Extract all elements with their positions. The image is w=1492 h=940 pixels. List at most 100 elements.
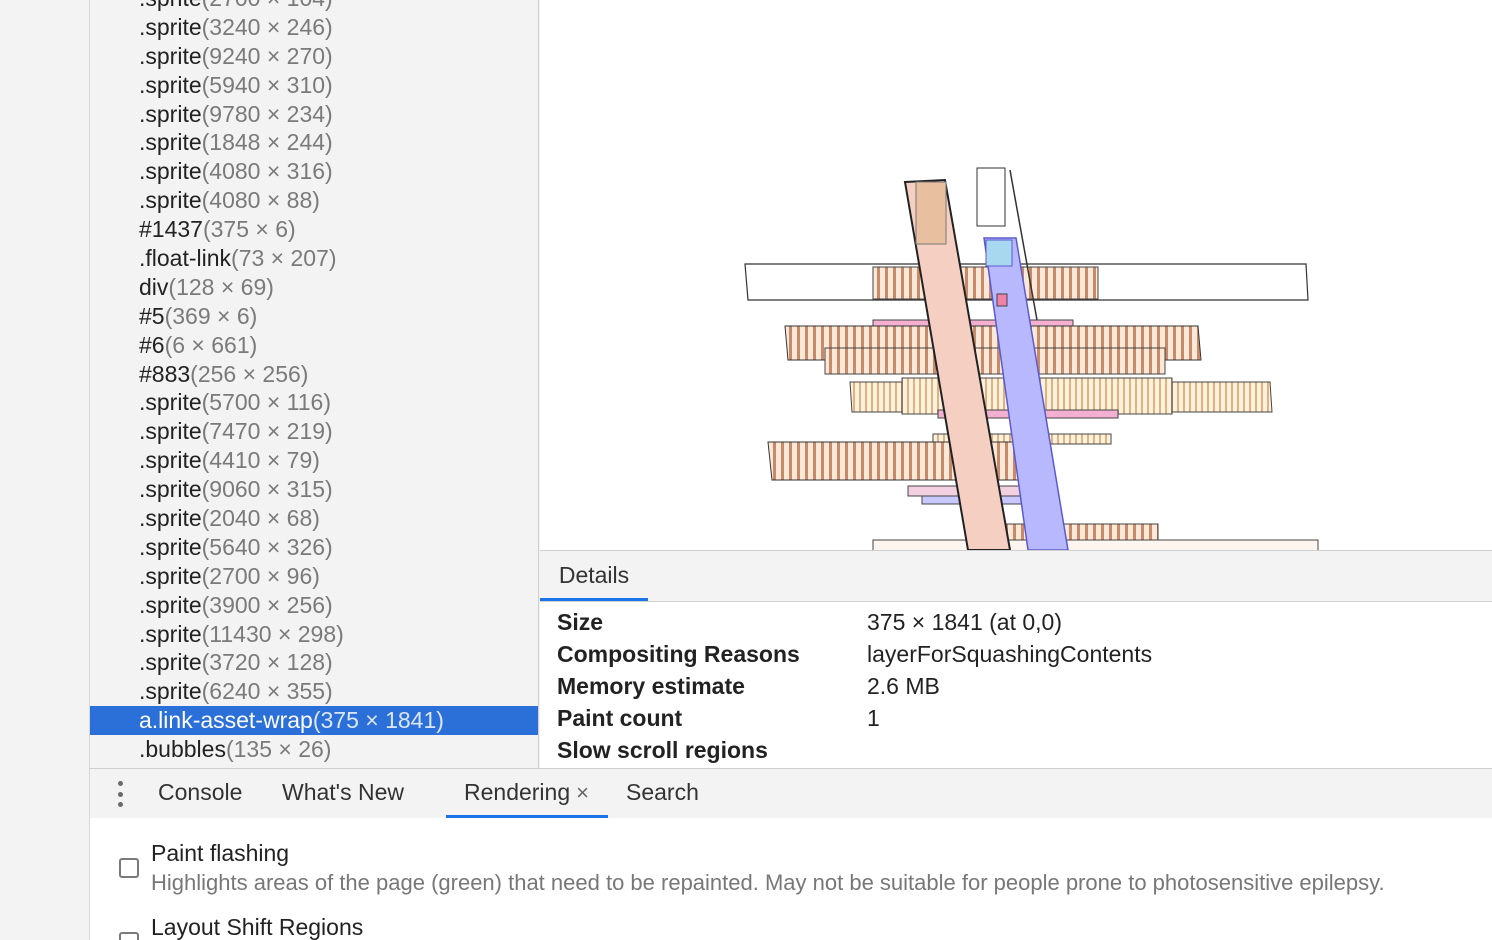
detail-row: Memory estimate 2.6 MB [557, 670, 1487, 702]
layer-tree-item[interactable]: .sprite(9240 × 270) [90, 42, 538, 71]
layer-name: .sprite [139, 591, 202, 618]
layers-3d-canvas[interactable] [540, 0, 1492, 550]
layer-tree-item[interactable]: .sprite(4080 × 88) [90, 186, 538, 215]
layer-dimensions: (4080 × 316) [201, 158, 333, 185]
layer-name: #1437 [139, 216, 203, 243]
detail-value: 2.6 MB [867, 673, 940, 699]
details-tabbar: Details [540, 551, 1492, 602]
tab-console[interactable]: Console [158, 769, 242, 818]
layer-dimensions: (1848 × 244) [201, 129, 333, 156]
layer-tree-item[interactable]: a.link-asset-wrap(375 × 1841) [90, 706, 538, 736]
paint-flashing-title: Paint flashing [151, 840, 290, 866]
layer-dimensions: (3240 × 246) [201, 13, 333, 40]
layer-name: .sprite [139, 533, 202, 560]
layer-dimensions: (5640 × 326) [201, 533, 333, 560]
sprite-layer [824, 347, 1166, 375]
layer-name: .sprite [139, 158, 202, 185]
layer-name: .sprite [139, 678, 202, 705]
layer-tree-item[interactable]: .sprite(7470 × 219) [90, 417, 538, 446]
layer-tree-item[interactable]: .sprite(4080 × 316) [90, 157, 538, 186]
layer-dimensions: (5700 × 116) [201, 389, 332, 416]
layer-dimensions: (5940 × 310) [201, 71, 333, 98]
detail-key: Size [557, 609, 604, 635]
layer-dimensions: (375 × 1841) [312, 707, 444, 734]
layer-tree-item[interactable]: .sprite(4410 × 79) [90, 446, 538, 475]
tab-whats-new[interactable]: What's New [282, 769, 404, 818]
more-tabs-icon[interactable] [110, 781, 130, 807]
layer-tree-item[interactable]: #5(369 × 6) [90, 302, 538, 331]
layer-tree-item[interactable]: #883(256 × 256) [90, 360, 538, 389]
layer-dimensions: (369 × 6) [164, 302, 258, 329]
detail-value: layerForSquashingContents [867, 641, 1153, 667]
layers-tree-list: .sprite(2700 × 104).sprite(3240 × 246).s… [90, 0, 538, 768]
small-layer [976, 167, 1006, 227]
layout-shift-regions-title: Layout Shift Regions [151, 914, 364, 940]
layer-name: .float-link [139, 245, 232, 272]
sprite-layer [872, 539, 1319, 550]
paint-flashing-description: Highlights areas of the page (green) tha… [151, 870, 1385, 895]
layer-tree-item[interactable]: .float-link(73 × 207) [90, 244, 538, 273]
detail-value: 375 × 1841 (at 0,0) [867, 609, 1063, 635]
left-gutter [0, 0, 90, 940]
layer-name: #5 [139, 302, 165, 329]
layer-tree-item[interactable]: div(128 × 69) [90, 273, 538, 302]
layer-tree-item[interactable]: #1437(375 × 6) [90, 215, 538, 244]
rendering-pane: Paint flashing Highlights areas of the p… [90, 818, 1492, 940]
layer-tree-item[interactable]: .sprite(2040 × 68) [90, 504, 538, 533]
layer-name: .sprite [139, 129, 202, 156]
layer-tree-item[interactable]: .sprite(3240 × 246) [90, 13, 538, 42]
tab-rendering[interactable]: Rendering × [446, 769, 608, 818]
layer-dimensions: (9060 × 315) [201, 476, 333, 503]
layer-name: .sprite [139, 0, 202, 11]
tab-rendering-label: Rendering [464, 779, 571, 805]
layer-dimensions: (4410 × 79) [201, 447, 320, 474]
layer-name: .sprite [139, 389, 202, 416]
tab-search[interactable]: Search [626, 769, 699, 818]
layer-tree-item[interactable]: .sprite(5700 × 116) [90, 388, 538, 417]
layer-name: a.link-asset-wrap [139, 707, 313, 734]
tab-details[interactable]: Details [540, 551, 648, 601]
detail-row: Paint count 1 [557, 702, 1487, 734]
layout-shift-regions-checkbox[interactable] [119, 932, 139, 940]
layer-tree-item[interactable]: .sprite(6240 × 355) [90, 677, 538, 706]
layer-dimensions: (135 × 26) [225, 736, 332, 763]
layer-tree-item[interactable]: .sprite(9060 × 315) [90, 475, 538, 504]
layer-name: .sprite [139, 505, 202, 532]
layer-dimensions: (3900 × 256) [201, 591, 333, 618]
layer-name: .sprite [139, 447, 202, 474]
layer-name: .bubbles [139, 736, 226, 763]
paint-flashing-checkbox[interactable] [119, 858, 139, 878]
layer-name: .sprite [139, 418, 202, 445]
layer-dimensions: (9240 × 270) [201, 42, 333, 69]
detail-key: Compositing Reasons [557, 641, 800, 667]
layer-tree-item[interactable]: .sprite(2700 × 96) [90, 562, 538, 591]
layers-3d-viewer[interactable] [540, 0, 1492, 550]
close-icon[interactable]: × [576, 780, 589, 805]
layer-tree-item[interactable]: .sprite(2700 × 104) [90, 0, 538, 13]
layer-name: div [139, 273, 169, 300]
layer-dimensions: (9780 × 234) [201, 100, 333, 127]
layer-dimensions: (6240 × 355) [201, 678, 333, 705]
layer-tree-item[interactable]: .sprite(3720 × 128) [90, 648, 538, 677]
layer-tree-item[interactable]: #6(6 × 661) [90, 331, 538, 360]
layer-dimensions: (2700 × 96) [201, 562, 320, 589]
layer-tree-item[interactable]: .sprite(1848 × 244) [90, 128, 538, 157]
layer-tree-item[interactable]: .sprite(5640 × 326) [90, 533, 538, 562]
layer-dimensions: (7470 × 219) [201, 418, 333, 445]
layer-dimensions: (2700 × 104) [202, 0, 333, 11]
layer-tree-item[interactable]: .sprite(3900 × 256) [90, 591, 538, 620]
detail-key: Slow scroll regions [557, 737, 768, 763]
layer-name: #883 [139, 360, 191, 387]
layers-tree[interactable]: .sprite(2700 × 104).sprite(3240 × 246).s… [90, 0, 539, 768]
float-link-layer [996, 293, 1008, 307]
layer-name: .sprite [139, 476, 202, 503]
detail-row: Compositing Reasons layerForSquashingCont… [557, 638, 1487, 670]
detail-row: Size 375 × 1841 (at 0,0) [557, 606, 1487, 638]
layer-tree-item[interactable]: .sprite(9780 × 234) [90, 100, 538, 129]
layer-tree-item[interactable]: .bubbles(135 × 26) [90, 735, 538, 764]
image-layer [915, 181, 947, 245]
layer-tree-item[interactable]: .sprite(5940 × 310) [90, 71, 538, 100]
layer-name: .sprite [139, 649, 202, 676]
layer-tree-item[interactable]: .sprite(11430 × 298) [90, 620, 538, 649]
layer-dimensions: (128 × 69) [168, 273, 274, 300]
